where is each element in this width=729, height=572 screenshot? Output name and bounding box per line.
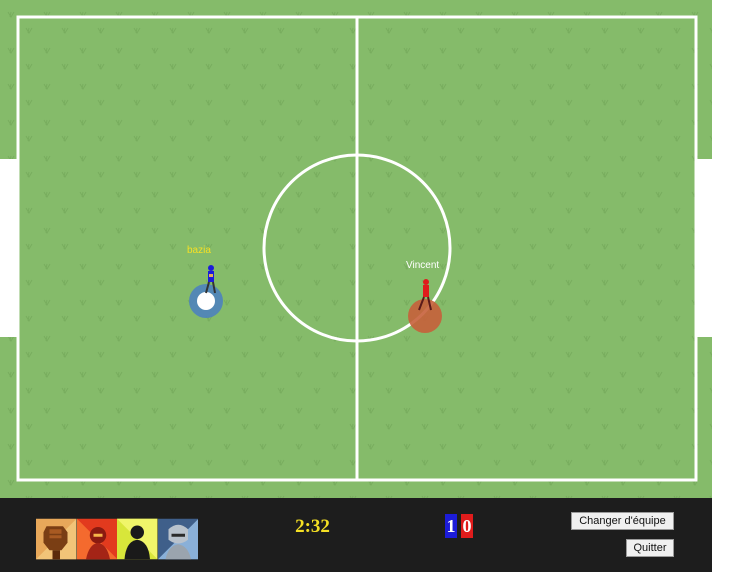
player-marker-blue <box>189 284 223 318</box>
left-goal <box>0 159 17 337</box>
change-team-button[interactable]: Changer d'équipe <box>571 512 674 530</box>
soccer-field: bazia Vincent <box>0 0 712 498</box>
player-marker-red <box>408 299 442 333</box>
armored-knight-portrait-icon <box>157 518 198 560</box>
bottom-bar: 2:32 1 0 Changer d'équipe Quitter <box>0 498 712 572</box>
quit-button[interactable]: Quitter <box>626 539 674 557</box>
silhouette-portrait-icon <box>117 518 158 560</box>
red-fighter-portrait-icon <box>76 518 117 560</box>
match-timer: 2:32 <box>295 516 330 537</box>
player-portraits <box>36 512 198 566</box>
score-red: 0 <box>461 514 473 538</box>
player-name-bazia: bazia <box>187 245 211 256</box>
fist-portrait-icon <box>36 518 77 560</box>
score-blue: 1 <box>445 514 457 538</box>
player-name-vincent: Vincent <box>406 260 440 271</box>
right-goal <box>697 159 712 337</box>
